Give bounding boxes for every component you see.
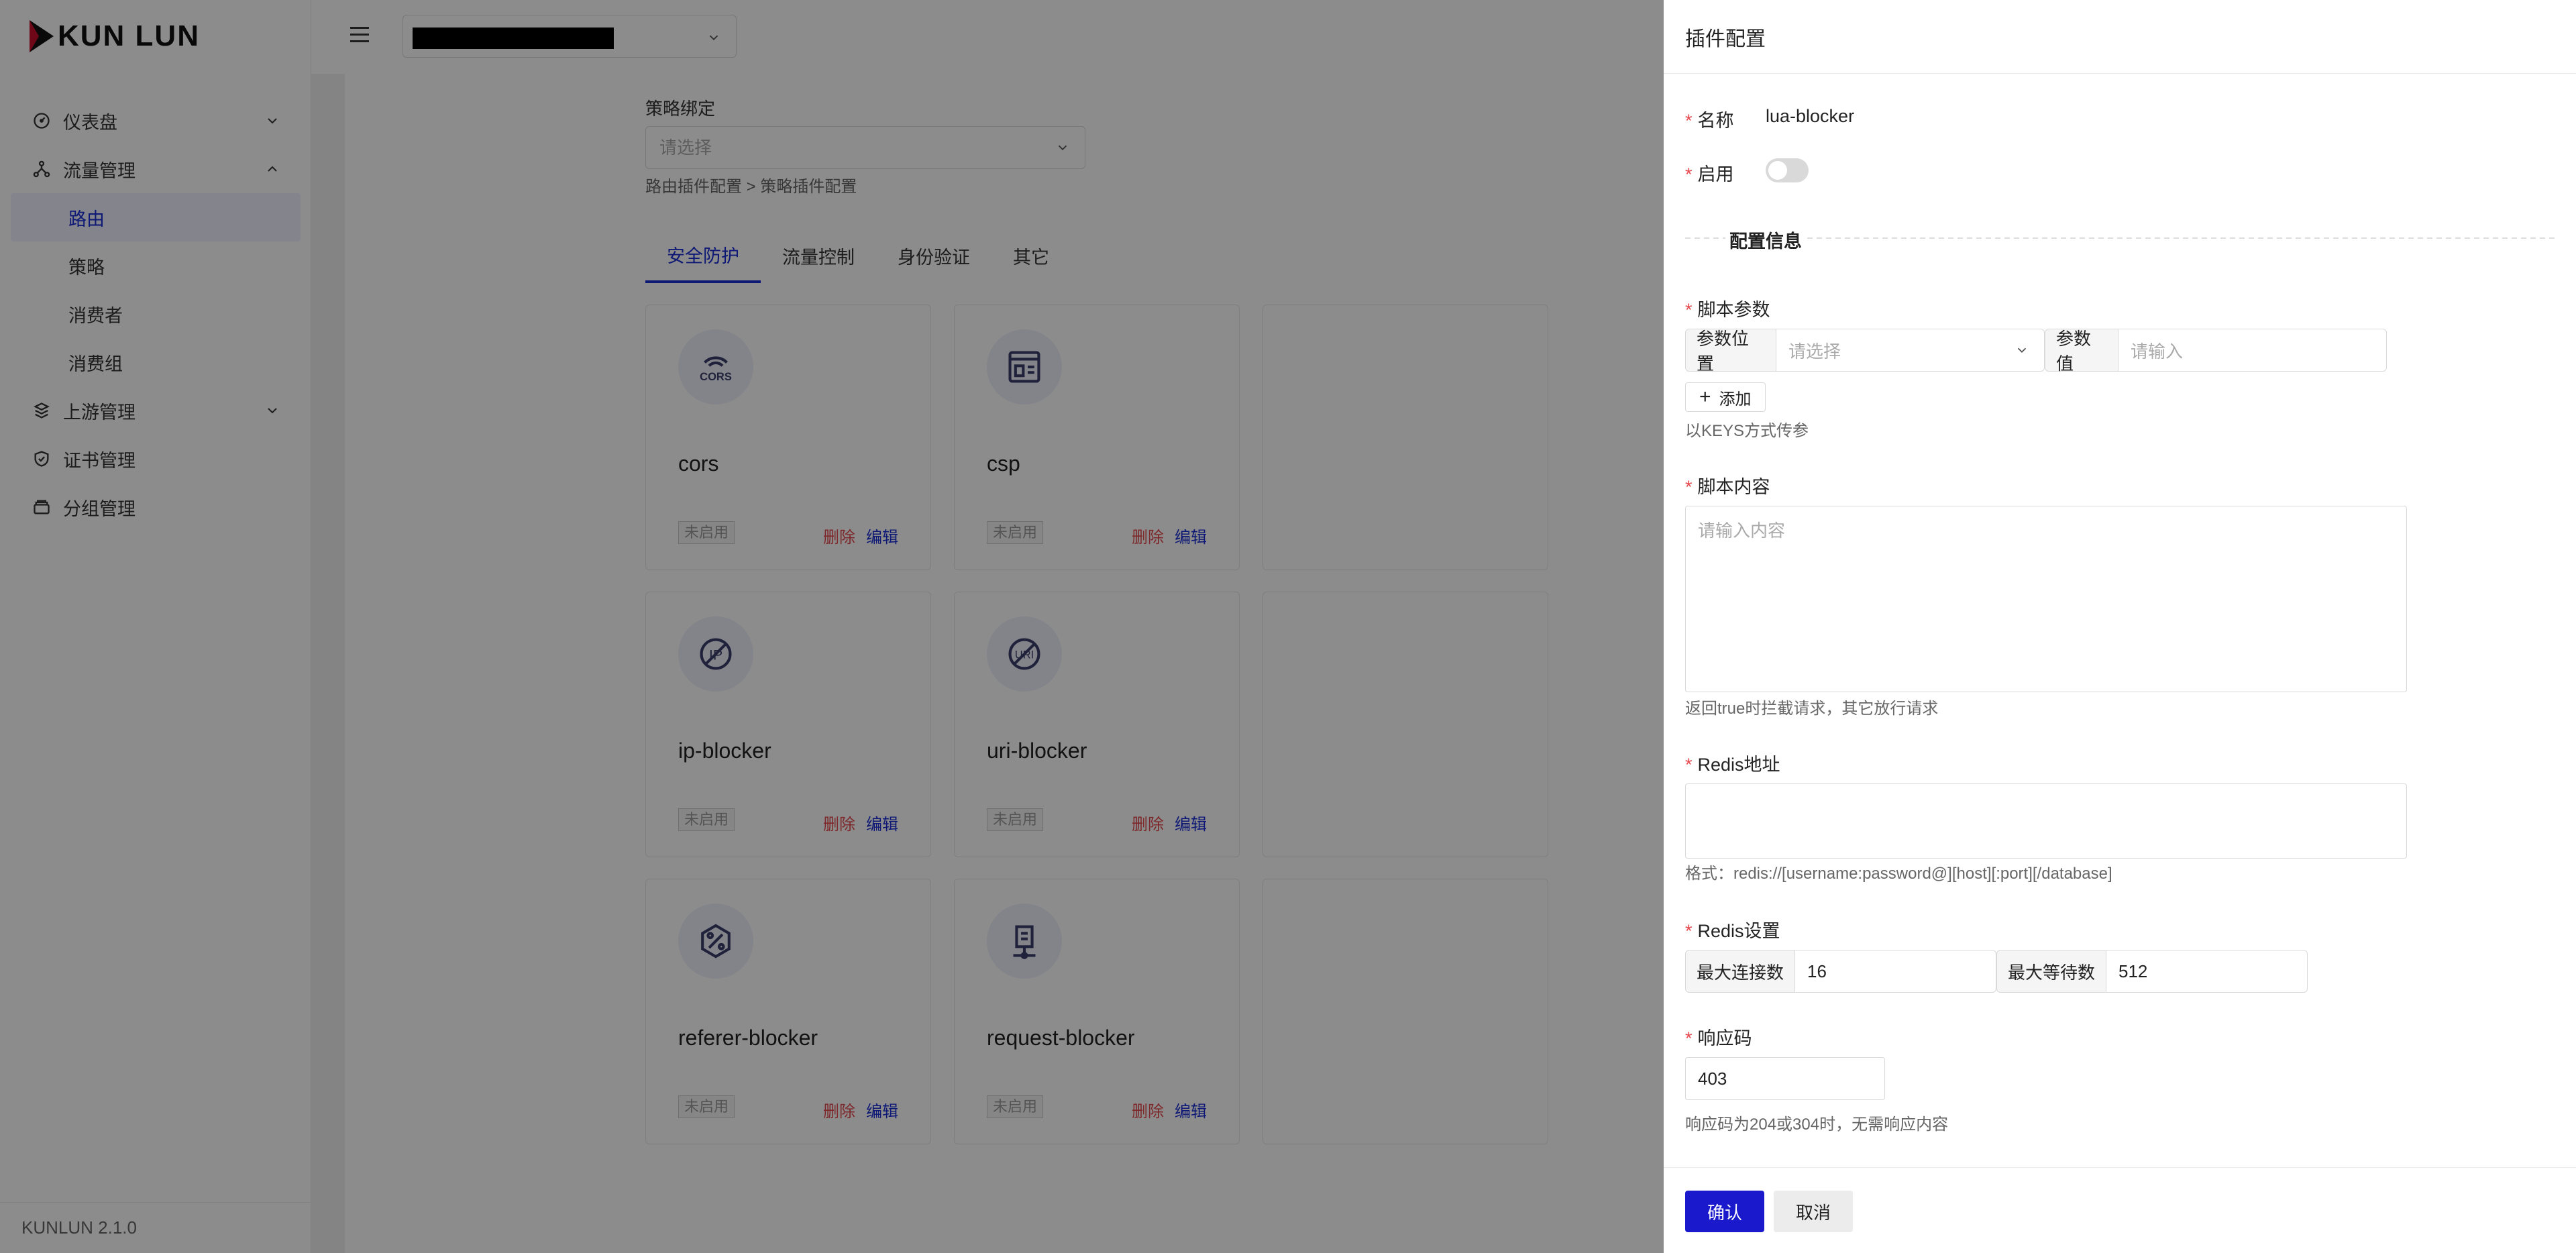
param-position-group: 参数位置 请选择 — [1685, 329, 2045, 374]
script-content-textarea[interactable]: 请输入内容 — [1685, 506, 2407, 692]
param-value-input[interactable]: 请输入 — [2118, 329, 2387, 372]
plus-icon: + — [1699, 386, 1711, 408]
drawer-title: 插件配置 — [1664, 0, 2576, 74]
max-conn-addon: 最大连接数 — [1685, 950, 1795, 993]
param-value-addon: 参数值 — [2045, 329, 2118, 374]
max-conn-group: 最大连接数 16 — [1685, 950, 1996, 993]
response-code-label: * 响应码 — [1685, 1028, 1752, 1048]
script-content-help: 返回true时拦截请求，其它放行请求 — [1685, 700, 1939, 718]
enable-label: * 启用 — [1685, 164, 1734, 184]
name-value: lua-blocker — [1766, 106, 1855, 126]
redis-address-label: * Redis地址 — [1685, 755, 1780, 775]
script-content-label: * 脚本内容 — [1685, 477, 1770, 497]
drawer-body: * 名称 lua-blocker * 启用 配置信息 * 脚本参数 参数位置 请选择 … — [1685, 74, 2557, 1167]
max-wait-addon: 最大等待数 — [1996, 950, 2106, 993]
redis-settings-label: * Redis设置 — [1685, 921, 1780, 941]
response-code-help: 响应码为204或304时，无需响应内容 — [1685, 1115, 1949, 1134]
script-params-label: * 脚本参数 — [1685, 300, 1770, 320]
chevron-down-icon — [2017, 347, 2027, 353]
add-param-button[interactable]: + 添加 — [1685, 382, 1766, 412]
redis-address-help: 格式：redis://[username:password@][host][:p… — [1685, 865, 2112, 883]
plugin-config-drawer: 插件配置 * 名称 lua-blocker * 启用 配置信息 * 脚本参数 参数位置… — [1664, 0, 2576, 1253]
name-label: * 名称 — [1685, 111, 1734, 131]
redis-address-textarea[interactable] — [1685, 783, 2407, 859]
max-conn-input[interactable]: 16 — [1795, 950, 1996, 993]
response-code-input[interactable]: 403 — [1685, 1057, 1885, 1100]
section-divider — [1685, 237, 2555, 239]
param-value-group: 参数值 请输入 — [2045, 329, 2387, 374]
script-params-help: 以KEYS方式传参 — [1685, 422, 1809, 440]
param-position-addon: 参数位置 — [1685, 329, 1776, 374]
param-position-select[interactable]: 请选择 — [1776, 329, 2045, 372]
confirm-button[interactable]: 确认 — [1685, 1191, 1764, 1232]
enable-switch[interactable] — [1766, 158, 1809, 182]
max-wait-group: 最大等待数 512 — [1996, 950, 2308, 993]
section-title: 配置信息 — [1725, 227, 1806, 253]
drawer-footer: 确认 取消 — [1664, 1167, 2576, 1253]
max-wait-input[interactable]: 512 — [2106, 950, 2308, 993]
drawer-overlay[interactable] — [0, 0, 1664, 1253]
cancel-button[interactable]: 取消 — [1774, 1191, 1853, 1232]
